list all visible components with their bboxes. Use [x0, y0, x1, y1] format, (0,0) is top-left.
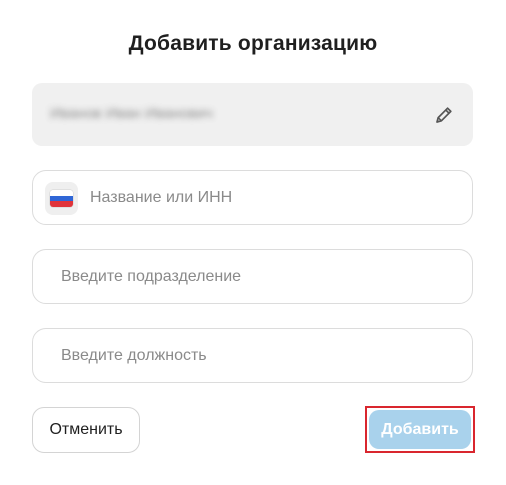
add-button[interactable]: Добавить [369, 410, 471, 449]
organization-input[interactable] [33, 171, 472, 224]
position-input[interactable] [33, 329, 472, 382]
department-input[interactable] [33, 250, 472, 303]
pencil-icon[interactable] [433, 104, 455, 126]
russia-flag-icon [50, 190, 73, 207]
cancel-button[interactable]: Отменить [32, 407, 140, 453]
dialog-title: Добавить организацию [128, 32, 378, 55]
add-button-highlight: Добавить [365, 406, 475, 453]
country-selector[interactable] [45, 182, 78, 215]
user-name-field: Иванов Иван Иванович [32, 83, 473, 146]
organization-field [32, 170, 473, 225]
user-name-value: Иванов Иван Иванович [50, 105, 213, 122]
department-field [32, 249, 473, 304]
position-field [32, 328, 473, 383]
